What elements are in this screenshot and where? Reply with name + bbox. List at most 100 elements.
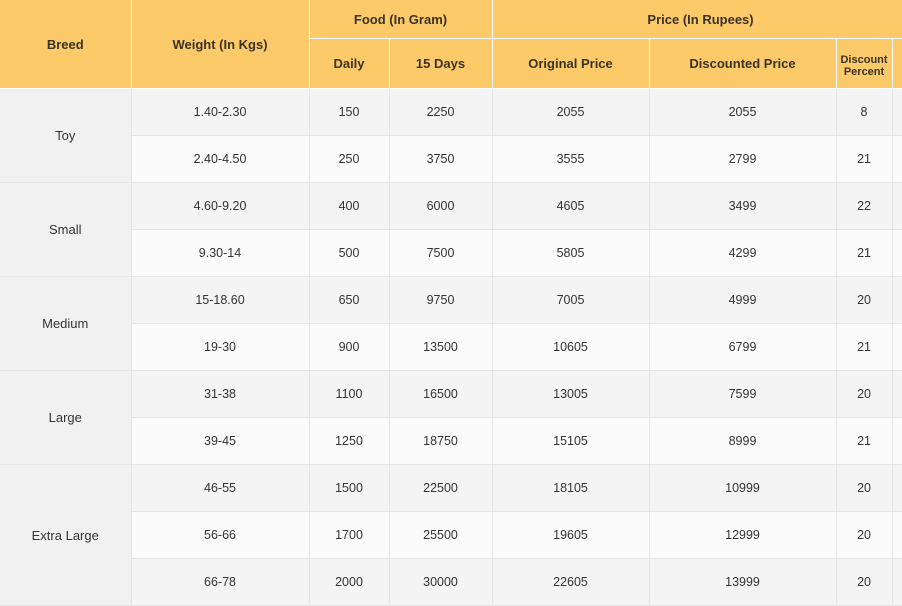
original-price-cell: 5805	[492, 229, 650, 277]
fifteen-days-food-cell: 9750	[389, 276, 493, 324]
extra-empty-cell	[892, 558, 902, 606]
weight-cell: 15-18.60	[131, 276, 310, 324]
table-row: 19-30 900 13500 10605 6799 21	[0, 323, 902, 371]
header-original-price: Original Price	[492, 38, 650, 89]
discounted-price-cell: 7599	[649, 370, 837, 418]
table-row: 2.40-4.50 250 3750 3555 2799 21	[0, 135, 902, 183]
fifteen-days-food-cell: 6000	[389, 182, 493, 230]
extra-empty-cell	[892, 370, 902, 418]
header-weight: Weight (In Kgs)	[131, 0, 310, 89]
discount-percent-cell: 21	[836, 229, 893, 277]
discount-percent-cell: 22	[836, 182, 893, 230]
original-price-cell: 7005	[492, 276, 650, 324]
daily-food-cell: 1700	[309, 511, 390, 559]
discounted-price-cell: 4999	[649, 276, 837, 324]
extra-empty-cell	[892, 464, 902, 512]
table-row: 66-78 2000 30000 22605 13999 20	[0, 558, 902, 606]
fifteen-days-food-cell: 30000	[389, 558, 493, 606]
daily-food-cell: 2000	[309, 558, 390, 606]
weight-cell: 66-78	[131, 558, 310, 606]
table-row: Extra Large 46-55 1500 22500 18105 10999 20	[0, 464, 902, 606]
fifteen-days-food-cell: 13500	[389, 323, 493, 371]
extra-empty-cell	[892, 229, 902, 277]
fifteen-days-food-cell: 22500	[389, 464, 493, 512]
weight-cell: 56-66	[131, 511, 310, 559]
weight-cell: 1.40-2.30	[131, 88, 310, 136]
fifteen-days-food-cell: 16500	[389, 370, 493, 418]
original-price-cell: 2055	[492, 88, 650, 136]
discounted-price-cell: 2799	[649, 135, 837, 183]
daily-food-cell: 250	[309, 135, 390, 183]
breed-cell: Large	[0, 370, 132, 465]
daily-food-cell: 500	[309, 229, 390, 277]
weight-cell: 2.40-4.50	[131, 135, 310, 183]
original-price-cell: 4605	[492, 182, 650, 230]
fifteen-days-food-cell: 3750	[389, 135, 493, 183]
fifteen-days-food-cell: 25500	[389, 511, 493, 559]
discounted-price-cell: 12999	[649, 511, 837, 559]
discount-percent-cell: 20	[836, 464, 893, 512]
table-row: Toy 1.40-2.30 150 2250 2055 2055 8	[0, 88, 902, 183]
original-price-cell: 15105	[492, 417, 650, 465]
breed-cell: Small	[0, 182, 132, 277]
extra-empty-cell	[892, 417, 902, 465]
weight-cell: 39-45	[131, 417, 310, 465]
table-header: Breed Weight (In Kgs) Food (In Gram) Pri…	[0, 0, 902, 89]
discount-percent-cell: 8	[836, 88, 893, 136]
original-price-cell: 22605	[492, 558, 650, 606]
header-breed: Breed	[0, 0, 132, 89]
discount-percent-cell: 20	[836, 276, 893, 324]
table-row: 39-45 1250 18750 15105 8999 21	[0, 417, 902, 465]
discount-percent-cell: 21	[836, 417, 893, 465]
header-discounted-price: Discounted Price	[649, 38, 837, 89]
daily-food-cell: 1500	[309, 464, 390, 512]
header-food-group: Food (In Gram)	[309, 0, 493, 39]
weight-cell: 46-55	[131, 464, 310, 512]
header-discount-line2: Percent	[843, 65, 885, 78]
extra-empty-cell	[892, 276, 902, 324]
fifteen-days-food-cell: 7500	[389, 229, 493, 277]
discount-percent-cell: 20	[836, 370, 893, 418]
discounted-price-cell: 6799	[649, 323, 837, 371]
discounted-price-cell: 4299	[649, 229, 837, 277]
discounted-price-cell: 2055	[649, 88, 837, 136]
discount-percent-cell: 20	[836, 511, 893, 559]
daily-food-cell: 150	[309, 88, 390, 136]
dog-food-price-table: Breed Weight (In Kgs) Food (In Gram) Pri…	[0, 0, 902, 606]
breed-cell: Extra Large	[0, 464, 132, 606]
weight-cell: 19-30	[131, 323, 310, 371]
daily-food-cell: 650	[309, 276, 390, 324]
extra-empty-cell	[892, 511, 902, 559]
original-price-cell: 19605	[492, 511, 650, 559]
extra-empty-cell	[892, 88, 902, 136]
extra-empty-cell	[892, 323, 902, 371]
weight-cell: 31-38	[131, 370, 310, 418]
discounted-price-cell: 10999	[649, 464, 837, 512]
fifteen-days-food-cell: 2250	[389, 88, 493, 136]
table-row: Medium 15-18.60 650 9750 7005 4999 20	[0, 276, 902, 371]
header-discount-percent: Discount Percent	[836, 38, 893, 89]
daily-food-cell: 1250	[309, 417, 390, 465]
original-price-cell: 10605	[492, 323, 650, 371]
breed-cell: Medium	[0, 276, 132, 371]
daily-food-cell: 1100	[309, 370, 390, 418]
extra-empty-cell	[892, 135, 902, 183]
daily-food-cell: 900	[309, 323, 390, 371]
original-price-cell: 3555	[492, 135, 650, 183]
discount-percent-cell: 20	[836, 558, 893, 606]
discount-percent-cell: 21	[836, 323, 893, 371]
header-extra-column	[892, 38, 902, 89]
table-row: Small 4.60-9.20 400 6000 4605 3499 22	[0, 182, 902, 277]
header-daily: Daily	[309, 38, 390, 89]
weight-cell: 4.60-9.20	[131, 182, 310, 230]
breed-cell: Toy	[0, 88, 132, 183]
fifteen-days-food-cell: 18750	[389, 417, 493, 465]
header-price-group: Price (In Rupees)	[492, 0, 902, 39]
header-15-days: 15 Days	[389, 38, 493, 89]
discounted-price-cell: 8999	[649, 417, 837, 465]
original-price-cell: 13005	[492, 370, 650, 418]
discount-percent-cell: 21	[836, 135, 893, 183]
table-body: Toy 1.40-2.30 150 2250 2055 2055 8 2.40-4.50 250…	[0, 88, 902, 606]
discounted-price-cell: 3499	[649, 182, 837, 230]
table-row: 56-66 1700 25500 19605 12999 20	[0, 511, 902, 559]
